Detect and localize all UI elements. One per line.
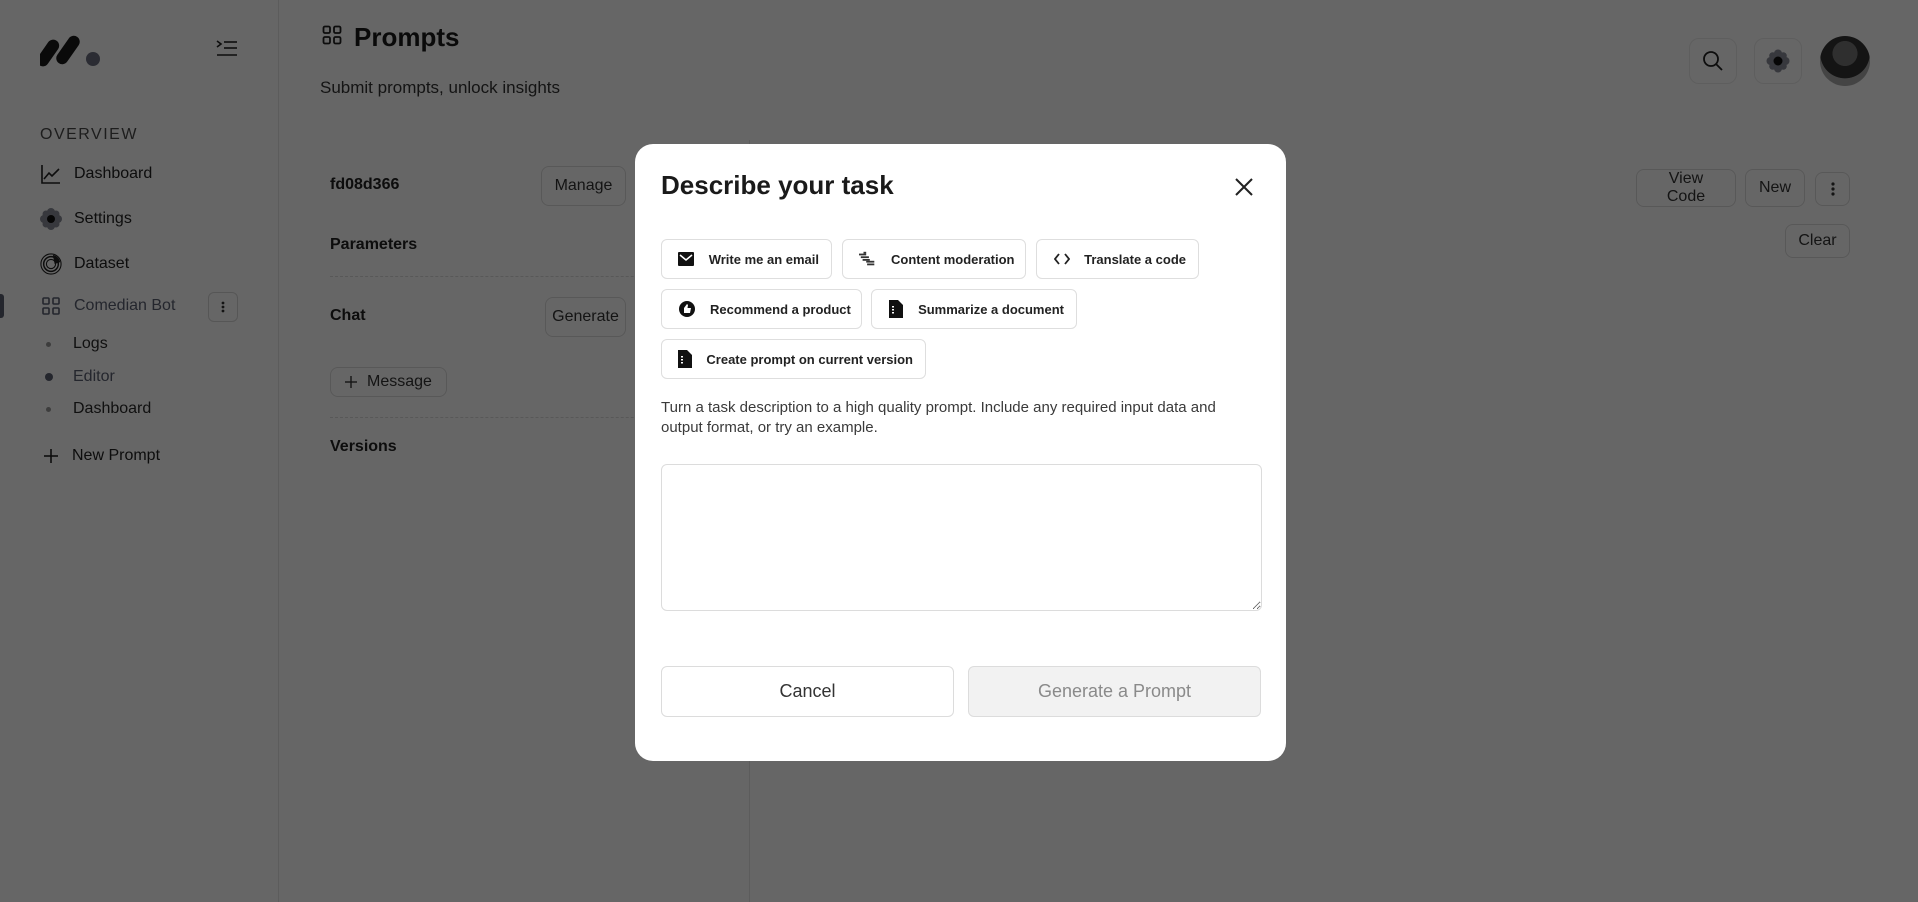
describe-task-dialog: Describe your task Write me an email Con… (635, 144, 1286, 761)
example-chip-recommend-product[interactable]: Recommend a product (661, 289, 862, 329)
task-description-input[interactable] (661, 464, 1262, 611)
example-chip-moderation[interactable]: Content moderation (842, 239, 1026, 279)
close-button[interactable] (1229, 172, 1259, 202)
dialog-description: Turn a task description to a high qualit… (661, 399, 1216, 436)
chip-label: Content moderation (891, 251, 1015, 267)
document-icon (678, 350, 693, 368)
generate-prompt-button[interactable]: Generate a Prompt (968, 666, 1261, 717)
example-chip-email[interactable]: Write me an email (661, 239, 832, 279)
close-icon (1235, 178, 1253, 196)
chip-label: Summarize a document (918, 301, 1064, 317)
dialog-title: Describe your task (661, 170, 894, 200)
chip-label: Write me an email (708, 251, 819, 267)
chip-label: Recommend a product (710, 301, 851, 317)
example-chip-translate-code[interactable]: Translate a code (1036, 239, 1199, 279)
chip-label: Translate a code (1084, 251, 1186, 267)
document-icon (888, 300, 904, 318)
example-chip-summarize-document[interactable]: Summarize a document (871, 289, 1077, 329)
email-icon (678, 250, 695, 268)
thumbs-up-icon (678, 300, 696, 318)
code-icon (1053, 250, 1070, 268)
example-chip-create-prompt-current-version[interactable]: Create prompt on current version (661, 339, 926, 379)
chip-label: Create prompt on current version (706, 351, 913, 367)
cancel-button[interactable]: Cancel (661, 666, 954, 717)
moderation-icon (859, 250, 877, 268)
